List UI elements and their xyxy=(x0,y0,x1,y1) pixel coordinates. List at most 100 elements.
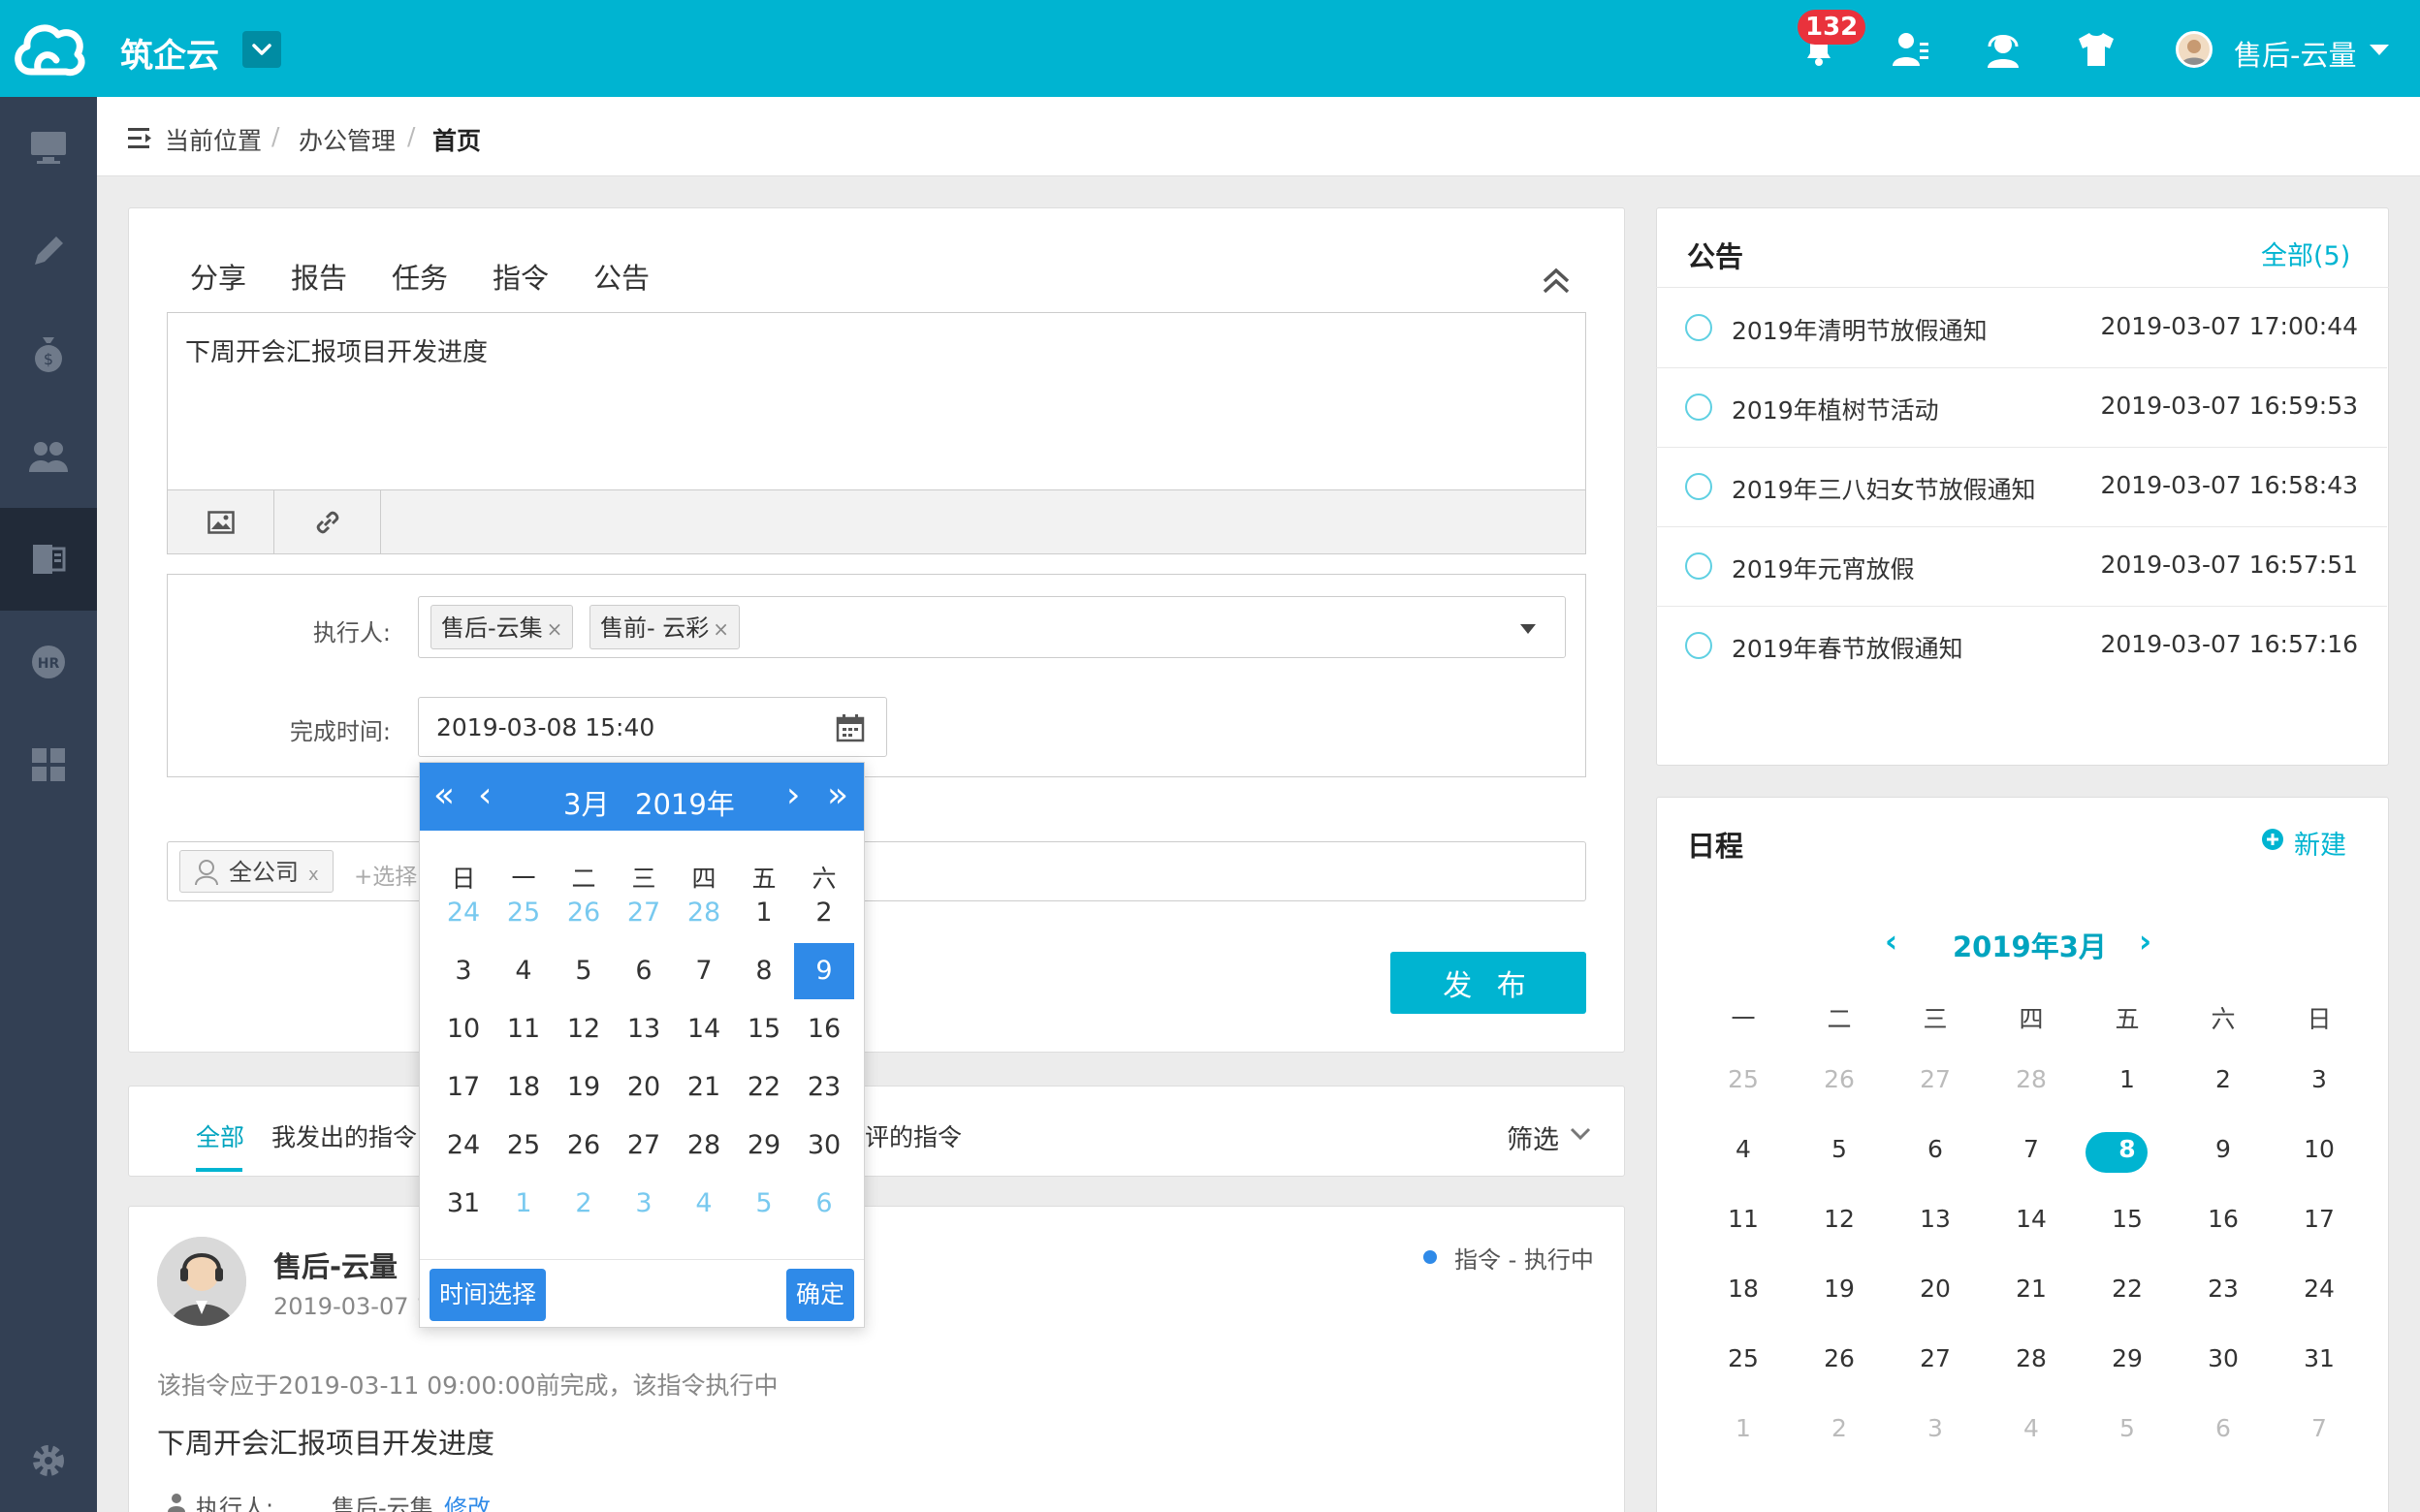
picker-day-cell[interactable]: 23 xyxy=(794,1059,854,1116)
picker-day-cell[interactable]: 5 xyxy=(554,943,614,999)
breadcrumb-level1[interactable]: 办公管理 xyxy=(299,122,396,157)
picker-day-cell[interactable]: 27 xyxy=(614,885,674,941)
calendar-day-cell[interactable]: 25 xyxy=(1704,1060,1782,1099)
calendar-day-cell[interactable]: 27 xyxy=(1896,1339,1974,1378)
calendar-day-cell[interactable]: 15 xyxy=(2088,1200,2166,1239)
time-select-button[interactable]: 时间选择 xyxy=(430,1269,547,1321)
tab-instruction[interactable]: 指令 xyxy=(493,256,549,297)
picker-day-cell[interactable]: 16 xyxy=(794,1001,854,1057)
calendar-day-cell[interactable]: 27 xyxy=(1896,1060,1974,1099)
author-name[interactable]: 售后-云量 xyxy=(273,1244,398,1285)
calendar-day-cell[interactable]: 17 xyxy=(2280,1200,2358,1239)
calendar-day-cell[interactable]: 11 xyxy=(1704,1200,1782,1239)
picker-day-cell[interactable]: 28 xyxy=(674,885,734,941)
notice-item[interactable]: 2019年清明节放假通知 2019-03-07 17:00:44 xyxy=(1656,289,2387,368)
picker-day-cell[interactable]: 15 xyxy=(734,1001,794,1057)
picker-day-cell[interactable]: 27 xyxy=(614,1118,674,1174)
picker-year[interactable]: 2019年 xyxy=(635,782,735,823)
calendar-day-cell[interactable]: 8 xyxy=(2088,1130,2166,1169)
calendar-day-cell[interactable]: 10 xyxy=(2280,1130,2358,1169)
edit-executor-link[interactable]: 修改 xyxy=(444,1489,491,1512)
picker-day-cell[interactable]: 11 xyxy=(494,1001,554,1057)
prev-month-arrow[interactable]: ‹ xyxy=(1885,923,1897,960)
filter-tab-sent[interactable]: 我发出的指令 xyxy=(271,1118,417,1153)
notice-title[interactable]: 2019年春节放假通知 xyxy=(1732,630,1963,665)
calendar-icon[interactable] xyxy=(836,713,865,742)
picker-day-cell[interactable]: 8 xyxy=(734,943,794,999)
visibility-scope-input[interactable]: 全公司 x +选择 xyxy=(167,841,1586,901)
filter-tab-commented[interactable]: 评的指令 xyxy=(865,1118,962,1153)
next-year-arrow[interactable]: » xyxy=(827,774,848,817)
picker-day-cell[interactable]: 13 xyxy=(614,1001,674,1057)
notice-item[interactable]: 2019年春节放假通知 2019-03-07 16:57:16 xyxy=(1656,607,2387,686)
notice-title[interactable]: 2019年元宵放假 xyxy=(1732,551,1915,585)
close-icon[interactable]: x xyxy=(308,865,319,885)
sidebar-item-hr[interactable]: HR xyxy=(0,611,97,713)
caret-down-icon[interactable] xyxy=(1520,624,1536,634)
sidebar-item-apps[interactable] xyxy=(0,713,97,816)
calendar-day-cell[interactable]: 4 xyxy=(1704,1130,1782,1169)
picker-month[interactable]: 3月 xyxy=(563,782,609,823)
calendar-day-cell[interactable]: 5 xyxy=(1800,1130,1878,1169)
customer-service-icon[interactable] xyxy=(1982,27,2024,70)
calendar-day-cell[interactable]: 3 xyxy=(1896,1409,1974,1448)
picker-day-cell[interactable]: 28 xyxy=(674,1118,734,1174)
notice-all-link[interactable]: 全部(5) xyxy=(2261,235,2350,272)
scope-placeholder[interactable]: +选择 xyxy=(354,858,417,891)
executor-select[interactable]: 售后-云集 × 售前- 云彩 × xyxy=(418,596,1566,658)
picker-day-cell[interactable]: 26 xyxy=(554,885,614,941)
calendar-day-cell[interactable]: 21 xyxy=(1992,1270,2070,1308)
picker-day-cell[interactable]: 2 xyxy=(794,885,854,941)
plus-circle-icon[interactable] xyxy=(2261,828,2284,851)
calendar-day-cell[interactable]: 3 xyxy=(2280,1060,2358,1099)
calendar-day-cell[interactable]: 6 xyxy=(2184,1409,2262,1448)
picker-day-cell[interactable]: 25 xyxy=(494,1118,554,1174)
calendar-day-cell[interactable]: 13 xyxy=(1896,1200,1974,1239)
picker-day-cell[interactable]: 3 xyxy=(614,1176,674,1232)
calendar-day-cell[interactable]: 2 xyxy=(1800,1409,1878,1448)
collapse-up-icon[interactable] xyxy=(1540,264,1573,297)
picker-day-cell[interactable]: 26 xyxy=(554,1118,614,1174)
picker-day-cell[interactable]: 14 xyxy=(674,1001,734,1057)
notice-title[interactable]: 2019年三八妇女节放假通知 xyxy=(1732,471,2036,506)
calendar-day-cell[interactable]: 9 xyxy=(2184,1130,2262,1169)
picker-day-cell[interactable]: 19 xyxy=(554,1059,614,1116)
close-icon[interactable]: × xyxy=(547,617,563,641)
picker-day-cell[interactable]: 2 xyxy=(554,1176,614,1232)
calendar-day-cell[interactable]: 2 xyxy=(2184,1060,2262,1099)
calendar-day-cell[interactable]: 22 xyxy=(2088,1270,2166,1308)
calendar-day-cell[interactable]: 24 xyxy=(2280,1270,2358,1308)
picker-day-cell[interactable]: 10 xyxy=(433,1001,494,1057)
executor-tag[interactable]: 售后-云集 × xyxy=(430,605,574,649)
picker-day-cell[interactable]: 5 xyxy=(734,1176,794,1232)
tab-report[interactable]: 报告 xyxy=(291,256,347,297)
picker-day-cell[interactable]: 12 xyxy=(554,1001,614,1057)
calendar-day-cell[interactable]: 12 xyxy=(1800,1200,1878,1239)
picker-day-cell[interactable]: 24 xyxy=(433,885,494,941)
calendar-day-cell[interactable]: 31 xyxy=(2280,1339,2358,1378)
calendar-day-cell[interactable]: 16 xyxy=(2184,1200,2262,1239)
content-editor[interactable]: 下周开会汇报项目开发进度 xyxy=(167,312,1586,554)
publish-button[interactable]: 发 布 xyxy=(1390,952,1586,1014)
calendar-day-cell[interactable]: 7 xyxy=(1992,1130,2070,1169)
contacts-icon[interactable] xyxy=(1889,27,1931,70)
picker-day-cell[interactable]: 4 xyxy=(674,1176,734,1232)
sidebar-item-settings[interactable] xyxy=(0,1409,97,1512)
calendar-day-cell[interactable]: 7 xyxy=(2280,1409,2358,1448)
calendar-day-cell[interactable]: 29 xyxy=(2088,1339,2166,1378)
calendar-day-cell[interactable]: 18 xyxy=(1704,1270,1782,1308)
notice-item[interactable]: 2019年植树节活动 2019-03-07 16:59:53 xyxy=(1656,368,2387,448)
calendar-day-cell[interactable]: 4 xyxy=(1992,1409,2070,1448)
calendar-day-cell[interactable]: 25 xyxy=(1704,1339,1782,1378)
prev-year-arrow[interactable]: « xyxy=(433,774,455,817)
author-avatar[interactable] xyxy=(157,1237,246,1326)
scope-tag[interactable]: 全公司 x xyxy=(179,850,334,893)
close-icon[interactable]: × xyxy=(713,617,729,641)
caret-down-icon[interactable] xyxy=(2370,45,2389,55)
picker-day-cell[interactable]: 20 xyxy=(614,1059,674,1116)
picker-day-cell[interactable]: 6 xyxy=(794,1176,854,1232)
deadline-input[interactable]: 2019-03-08 15:40 xyxy=(418,697,887,757)
calendar-day-cell[interactable]: 23 xyxy=(2184,1270,2262,1308)
picker-day-cell[interactable]: 24 xyxy=(433,1118,494,1174)
picker-day-cell[interactable]: 9 xyxy=(794,943,854,999)
